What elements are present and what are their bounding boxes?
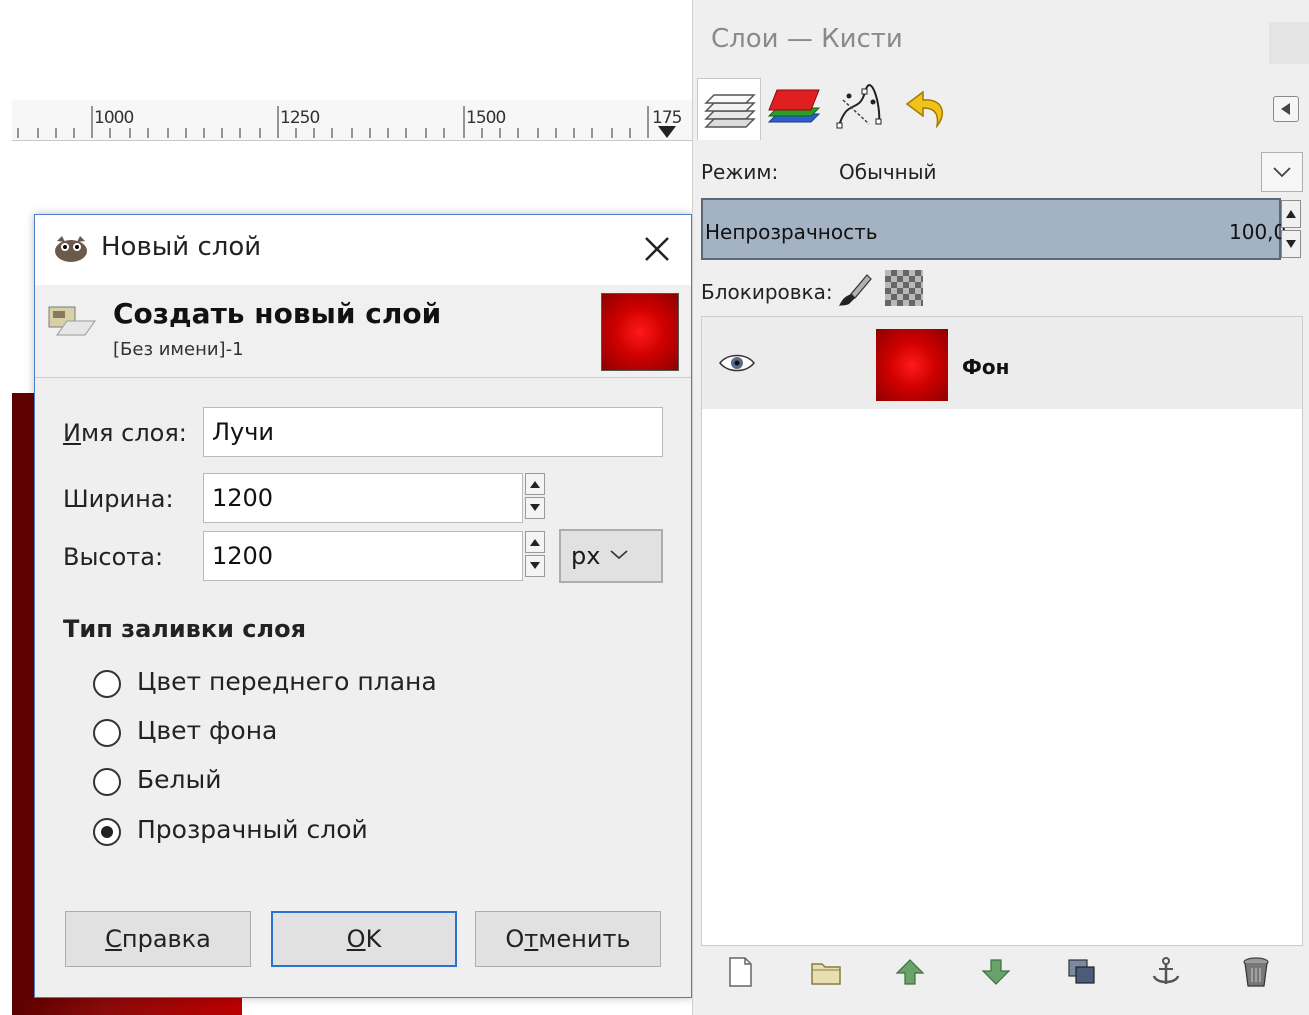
close-icon[interactable] xyxy=(641,233,673,265)
layer-group-icon[interactable] xyxy=(809,954,843,990)
tab-paths[interactable] xyxy=(829,78,893,140)
delete-icon[interactable] xyxy=(1239,954,1273,990)
unit-value: px xyxy=(571,542,601,570)
layers-toolbar xyxy=(693,948,1309,998)
fill-option-label: Белый xyxy=(137,765,222,794)
arrow-down-icon xyxy=(1286,240,1296,248)
height-spinner[interactable] xyxy=(525,531,547,581)
layer-row[interactable]: Фон xyxy=(702,317,1302,409)
cancel-text-pre: О xyxy=(505,925,525,953)
fill-option-label: Цвет переднего плана xyxy=(137,667,437,696)
lock-label: Блокировка: xyxy=(701,280,833,304)
mode-row: Режим: Обычный xyxy=(693,144,1309,196)
layer-name-label-accel: И xyxy=(63,419,81,447)
ok-text: K xyxy=(365,925,382,953)
channels-icon xyxy=(767,89,821,123)
radio-button[interactable] xyxy=(93,670,121,698)
layer-thumbnail xyxy=(876,329,948,401)
dialog-title: Новый слой xyxy=(101,232,262,262)
ruler-label: 1000 xyxy=(94,108,134,128)
ruler-label: 175 xyxy=(652,108,682,128)
eye-icon[interactable] xyxy=(718,351,756,375)
width-input[interactable]: 1200 xyxy=(203,473,523,523)
fill-option-label: Цвет фона xyxy=(137,716,278,745)
lock-pixels-icon[interactable] xyxy=(837,272,873,308)
radio-button-selected[interactable] xyxy=(93,818,121,846)
radio-button[interactable] xyxy=(93,719,121,747)
cancel-button[interactable]: Отменить xyxy=(475,911,661,967)
mode-value[interactable]: Обычный xyxy=(839,160,937,184)
fill-type-heading: Тип заливки слоя xyxy=(63,615,307,643)
arrow-up-icon xyxy=(530,481,540,488)
panel-menu-button[interactable] xyxy=(1269,22,1309,64)
help-accel: С xyxy=(105,925,122,953)
ruler-label: 1500 xyxy=(466,108,506,128)
unit-select[interactable]: px xyxy=(559,529,663,583)
arrow-up-icon xyxy=(530,539,540,546)
layers-panel: Слои — Кисти Режим: Обычный Непрозрачнос… xyxy=(692,0,1309,1015)
opacity-increment-button[interactable] xyxy=(1281,200,1301,228)
cancel-text: менить xyxy=(538,925,631,953)
tab-undo-history[interactable] xyxy=(895,78,959,140)
cancel-accel: т xyxy=(524,925,539,953)
chevron-down-icon xyxy=(610,550,628,560)
lower-layer-icon[interactable] xyxy=(979,954,1013,990)
height-input[interactable]: 1200 xyxy=(203,531,523,581)
dialog-header: Создать новый слой [Без имени]-1 xyxy=(35,285,691,378)
anchor-icon[interactable] xyxy=(1149,954,1183,990)
width-label: Ширина: xyxy=(63,485,174,513)
layer-name[interactable]: Фон xyxy=(962,355,1009,379)
layers-icon xyxy=(704,94,756,128)
tab-layers[interactable] xyxy=(697,78,761,140)
new-layer-dialog: Новый слой Создать новый слой [Без имени… xyxy=(34,214,692,998)
opacity-spinner[interactable] xyxy=(1281,200,1303,258)
tab-channels[interactable] xyxy=(763,78,827,140)
height-increment-button[interactable] xyxy=(525,531,545,553)
image-name: [Без имени]-1 xyxy=(113,339,244,360)
new-layer-icon[interactable] xyxy=(723,954,757,990)
layer-preview xyxy=(601,293,679,371)
help-text: правка xyxy=(121,925,211,953)
paths-icon xyxy=(836,84,882,129)
panel-title: Слои — Кисти xyxy=(711,24,903,54)
raise-layer-icon[interactable] xyxy=(893,954,927,990)
height-label: Высота: xyxy=(63,543,164,571)
opacity-label: Непрозрачность xyxy=(705,220,878,244)
layers-list[interactable]: Фон xyxy=(701,316,1303,946)
layer-name-input[interactable]: Лучи xyxy=(203,407,663,457)
gimp-logo-icon xyxy=(55,236,87,262)
chevron-down-icon xyxy=(1273,167,1291,178)
arrow-up-icon xyxy=(1286,210,1296,218)
ruler-label: 1250 xyxy=(280,108,320,128)
opacity-value: 100,0 xyxy=(1229,220,1287,244)
help-button[interactable]: Справка xyxy=(65,911,251,967)
undo-history-icon xyxy=(905,90,943,129)
width-decrement-button[interactable] xyxy=(525,497,545,519)
height-decrement-button[interactable] xyxy=(525,555,545,577)
arrow-down-icon xyxy=(530,504,540,511)
layer-name-label-text: мя слоя: xyxy=(80,419,187,447)
fill-option-label: Прозрачный слой xyxy=(137,815,368,844)
width-increment-button[interactable] xyxy=(525,473,545,495)
new-layer-icon xyxy=(48,306,96,336)
ok-accel: O xyxy=(346,925,366,953)
arrow-left-icon xyxy=(1281,103,1290,115)
ok-button[interactable]: OK xyxy=(271,911,457,967)
dialog-titlebar[interactable]: Новый слой xyxy=(35,215,691,285)
panel-tabs xyxy=(693,76,1309,142)
mode-label: Режим: xyxy=(701,160,779,184)
duplicate-layer-icon[interactable] xyxy=(1065,954,1099,990)
lock-row: Блокировка: xyxy=(693,268,1309,312)
header-title: Создать новый слой xyxy=(113,297,442,330)
width-spinner[interactable] xyxy=(525,473,547,523)
radio-button[interactable] xyxy=(93,768,121,796)
mode-dropdown-button[interactable] xyxy=(1261,152,1303,192)
layer-name-label: Имя слоя: xyxy=(63,419,187,447)
tab-menu-button[interactable] xyxy=(1273,96,1299,122)
lock-alpha-icon[interactable] xyxy=(885,270,923,306)
opacity-decrement-button[interactable] xyxy=(1281,230,1301,258)
arrow-down-icon xyxy=(530,562,540,569)
